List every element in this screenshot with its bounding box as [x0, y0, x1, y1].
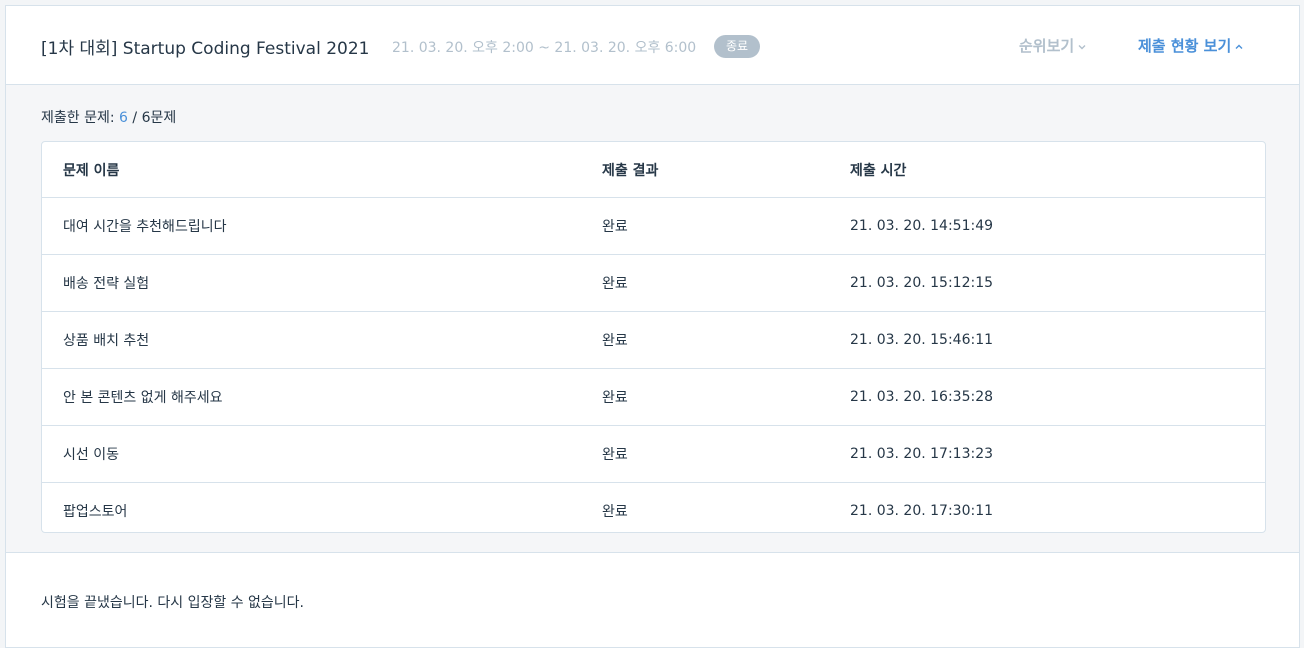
submission-result: 완료: [602, 311, 850, 369]
submission-result: 완료: [602, 197, 850, 255]
submission-time: 21. 03. 20. 15:12:15: [850, 254, 1265, 312]
submitted-count: 6: [119, 110, 128, 126]
submission-time: 21. 03. 20. 14:51:49: [850, 197, 1265, 255]
summary-suffix: / 6문제: [127, 110, 177, 126]
contest-title: [1차 대회] Startup Coding Festival 2021: [41, 39, 370, 59]
table-row: 안 본 콘텐츠 없게 해주세요 완료 21. 03. 20. 16:35:28: [42, 368, 1265, 426]
problem-name: 팝업스토어: [63, 504, 128, 520]
contest-card: [1차 대회] Startup Coding Festival 2021 21.…: [5, 5, 1300, 648]
status-badge: 종료: [714, 35, 761, 58]
problem-name: 상품 배치 추천: [42, 311, 602, 369]
table-header-row: 문제 이름 제출 결과 제출 시간: [42, 142, 1265, 198]
summary-prefix: 제출한 문제:: [41, 110, 120, 126]
problem-name: 배송 전략 실험: [42, 254, 602, 312]
chevron-up-icon: [1235, 44, 1243, 49]
table-row: 팝업스토어 완료 21. 03. 20. 17:30:11: [42, 483, 1265, 533]
ranking-label: 순위보기: [1019, 37, 1075, 55]
problem-name: 시선 이동: [42, 425, 602, 483]
submission-result: 완료: [602, 504, 628, 520]
exam-footer: 시험을 끝냈습니다. 다시 입장할 수 없습니다.: [6, 552, 1299, 647]
submission-status-button[interactable]: 제출 현황 보기: [1138, 35, 1244, 56]
submission-result: 완료: [602, 254, 850, 312]
submission-table: 문제 이름 제출 결과 제출 시간 대여 시간을 추천해드립니다 완료 21. …: [41, 141, 1266, 533]
submission-time: 21. 03. 20. 17:13:23: [850, 425, 1265, 483]
submission-summary: 제출한 문제: 6 / 6문제: [41, 107, 176, 127]
submission-time: 21. 03. 20. 15:46:11: [850, 311, 1265, 369]
table-row: 배송 전략 실험 완료 21. 03. 20. 15:12:15: [42, 254, 1265, 312]
contest-period: 21. 03. 20. 오후 2:00 ~ 21. 03. 20. 오후 6:0…: [392, 40, 697, 56]
table-row: 시선 이동 완료 21. 03. 20. 17:13:23: [42, 425, 1265, 483]
table-row: 상품 배치 추천 완료 21. 03. 20. 15:46:11: [42, 311, 1265, 369]
chevron-down-icon: [1078, 44, 1086, 49]
submission-status-label: 제출 현황 보기: [1138, 37, 1232, 55]
problem-name: 대여 시간을 추천해드립니다: [42, 197, 602, 255]
submission-time: 21. 03. 20. 17:30:11: [850, 503, 994, 519]
problem-name: 안 본 콘텐츠 없게 해주세요: [42, 368, 602, 426]
contest-header: [1차 대회] Startup Coding Festival 2021 21.…: [6, 6, 1299, 85]
column-header-result: 제출 결과: [602, 142, 850, 198]
submission-result: 완료: [602, 368, 850, 426]
submission-time: 21. 03. 20. 16:35:28: [850, 368, 1265, 426]
column-header-time: 제출 시간: [850, 142, 1265, 198]
table-row: 대여 시간을 추천해드립니다 완료 21. 03. 20. 14:51:49: [42, 197, 1265, 255]
column-header-problem-name: 문제 이름: [42, 142, 602, 198]
ranking-button[interactable]: 순위보기: [1019, 35, 1087, 56]
exam-finished-message: 시험을 끝냈습니다. 다시 입장할 수 없습니다.: [41, 595, 304, 611]
submission-result: 완료: [602, 425, 850, 483]
